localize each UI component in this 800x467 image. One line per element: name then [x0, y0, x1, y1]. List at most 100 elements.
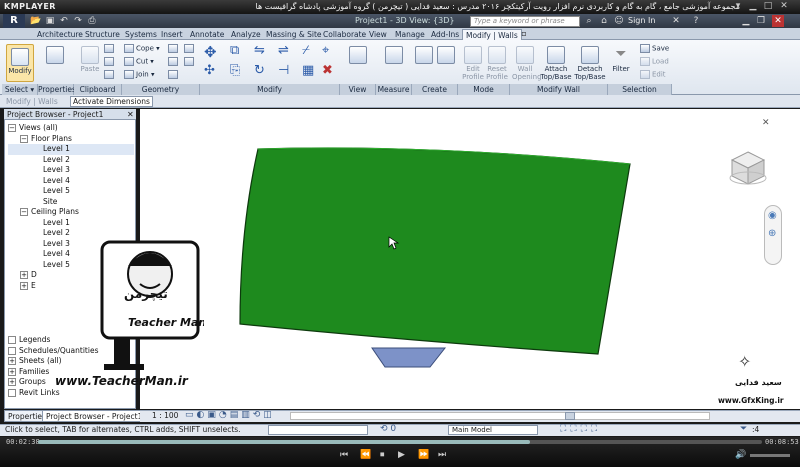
browser-item[interactable]: Level 1 — [8, 218, 134, 229]
copy-element-icon[interactable]: ⎘ — [230, 63, 240, 78]
subscription-icon[interactable]: ⌂ — [598, 15, 610, 27]
close-icon[interactable]: ✕ — [778, 1, 790, 12]
next-icon[interactable]: ⏭ — [438, 450, 446, 460]
browser-item[interactable]: − Views (all) — [8, 123, 134, 134]
view-tools-button[interactable] — [344, 46, 372, 65]
browser-item[interactable]: Level 4 — [8, 176, 134, 187]
view-scale[interactable]: 1 : 100 — [152, 411, 178, 420]
tab-annotate[interactable]: Annotate — [187, 29, 227, 40]
activate-dimensions-button[interactable]: Activate Dimensions — [70, 96, 153, 107]
remove-paint-button[interactable] — [184, 57, 196, 66]
rotate-icon[interactable]: ↻ — [254, 63, 265, 78]
expand-icon[interactable]: + — [8, 367, 16, 376]
collapse-icon[interactable]: − — [20, 134, 28, 143]
maximize-icon[interactable]: □ — [762, 1, 774, 12]
properties-button[interactable] — [40, 46, 70, 65]
viewcube-close-icon[interactable]: ✕ — [762, 118, 770, 128]
select-group-label[interactable]: Select ▾ — [2, 84, 38, 95]
tab-systems[interactable]: Systems — [122, 29, 160, 40]
tab-insert[interactable]: Insert — [158, 29, 186, 40]
filter-button[interactable]: ⏷ Filter — [610, 46, 632, 73]
tab-modify-walls[interactable]: Modify | Walls — [462, 29, 522, 40]
tab-manage[interactable]: Manage — [392, 29, 428, 40]
attach-top-base-button[interactable]: Attach Top/Base — [540, 46, 572, 81]
expand-icon[interactable]: + — [20, 271, 28, 279]
browser-item[interactable]: Level 3 — [8, 165, 134, 176]
create-parts-button[interactable] — [414, 46, 434, 65]
edit-profile-button[interactable]: Edit Profile — [462, 46, 484, 81]
help-icon[interactable]: ? — [690, 15, 702, 27]
design-options-icon[interactable]: ⟲ 0 — [380, 424, 396, 434]
volume-slider[interactable] — [750, 454, 790, 457]
rewind-icon[interactable]: ⏪ — [360, 450, 371, 460]
edit-selection-button[interactable]: Edit — [640, 70, 666, 79]
stop-icon[interactable]: ⏹ — [380, 450, 385, 460]
match-small-icon[interactable] — [104, 70, 116, 79]
browser-item[interactable]: Level 1 — [8, 144, 134, 155]
steering-wheel-icon[interactable]: ◉ — [768, 210, 777, 221]
horizontal-scrollbar[interactable] — [290, 412, 710, 420]
browser-item[interactable]: Level 2 — [8, 155, 134, 166]
forward-icon[interactable]: ⏩ — [418, 450, 429, 460]
workset-dropdown[interactable] — [268, 425, 368, 435]
user-icon[interactable]: ☺ — [613, 15, 625, 27]
scrollbar-thumb[interactable] — [565, 412, 575, 420]
array-icon[interactable]: ▦ — [302, 63, 314, 78]
collapse-icon[interactable]: − — [20, 208, 28, 216]
copy-small-icon[interactable] — [104, 44, 116, 53]
reset-profile-button[interactable]: Reset Profile — [486, 46, 508, 81]
redo-icon[interactable]: ↷ — [72, 15, 84, 27]
move-icon[interactable]: ✣ — [204, 63, 215, 78]
join-button[interactable]: Join ▾ — [124, 70, 154, 79]
view-control-icons[interactable]: ▭◐▣◔▤▥⟲◫ — [185, 410, 275, 420]
search-icon[interactable]: ⌕ — [583, 15, 595, 27]
save-icon[interactable]: ▣ — [44, 15, 56, 27]
wall-opening-button[interactable]: Wall Opening — [512, 46, 542, 81]
tab-project-browser[interactable]: Project Browser - Project1 — [42, 410, 147, 422]
tab-analyze[interactable]: Analyze — [228, 29, 264, 40]
revit-app-button[interactable]: R — [3, 14, 25, 28]
window-close-icon[interactable]: ✕ — [772, 15, 784, 27]
search-input[interactable]: Type a keyword or phrase — [470, 16, 580, 27]
mirror-axis-icon[interactable]: ⇋ — [254, 43, 265, 58]
volume-icon[interactable]: 🔊 — [735, 450, 746, 460]
pin-element-icon[interactable]: ⌖ — [322, 43, 329, 58]
expand-icon[interactable]: + — [8, 378, 16, 386]
browser-item[interactable]: − Floor Plans — [8, 134, 134, 145]
tab-view[interactable]: View — [366, 29, 390, 40]
expand-icon[interactable]: + — [20, 281, 28, 290]
paste-button[interactable]: Paste — [78, 46, 102, 73]
window-minimize-icon[interactable]: ▁ — [740, 15, 752, 27]
zoom-icon[interactable]: ⊕ — [768, 228, 776, 239]
mirror-draw-icon[interactable]: ⇌ — [278, 43, 289, 58]
design-option-dropdown[interactable]: Main Model — [448, 425, 538, 435]
prev-icon[interactable]: ⏮ — [340, 450, 348, 460]
close-icon[interactable]: ✕ — [127, 110, 134, 119]
signin-button[interactable]: Sign In — [628, 16, 655, 25]
cut-small-icon[interactable] — [104, 57, 116, 66]
tab-add-ins[interactable]: Add-Ins — [428, 29, 462, 40]
trim-icon[interactable]: ⊣ — [278, 63, 289, 78]
browser-item[interactable]: Level 5 — [8, 186, 134, 197]
selection-filter-icons[interactable]: ⛶⛶⛶⛶ — [560, 424, 601, 434]
curved-wall[interactable] — [239, 147, 631, 355]
delete-icon[interactable]: ✖ — [322, 63, 333, 78]
tab-massing-site[interactable]: Massing & Site — [263, 29, 325, 40]
tab-collaborate[interactable]: Collaborate — [320, 29, 369, 40]
measure-button[interactable] — [380, 46, 408, 65]
split-icon[interactable]: ⌿ — [302, 43, 310, 58]
browser-item[interactable]: Site — [8, 197, 134, 208]
tab-structure[interactable]: Structure — [82, 29, 123, 40]
create-group-button[interactable] — [436, 46, 456, 65]
split-face-button[interactable] — [168, 57, 180, 66]
collapse-icon[interactable]: − — [8, 124, 16, 132]
pin-icon[interactable]: ▾ — [732, 1, 744, 12]
cut-button[interactable]: Cut ▾ — [124, 57, 154, 66]
modify-button[interactable]: Modify — [6, 44, 34, 82]
window-restore-icon[interactable]: ❐ — [755, 15, 767, 27]
minimize-icon[interactable]: ▁ — [747, 1, 759, 12]
undo-icon[interactable]: ↶ — [58, 15, 70, 27]
detach-top-base-button[interactable]: Detach Top/Base — [574, 46, 606, 81]
play-icon[interactable]: ▶ — [398, 450, 405, 460]
tab-architecture[interactable]: Architecture — [34, 29, 86, 40]
